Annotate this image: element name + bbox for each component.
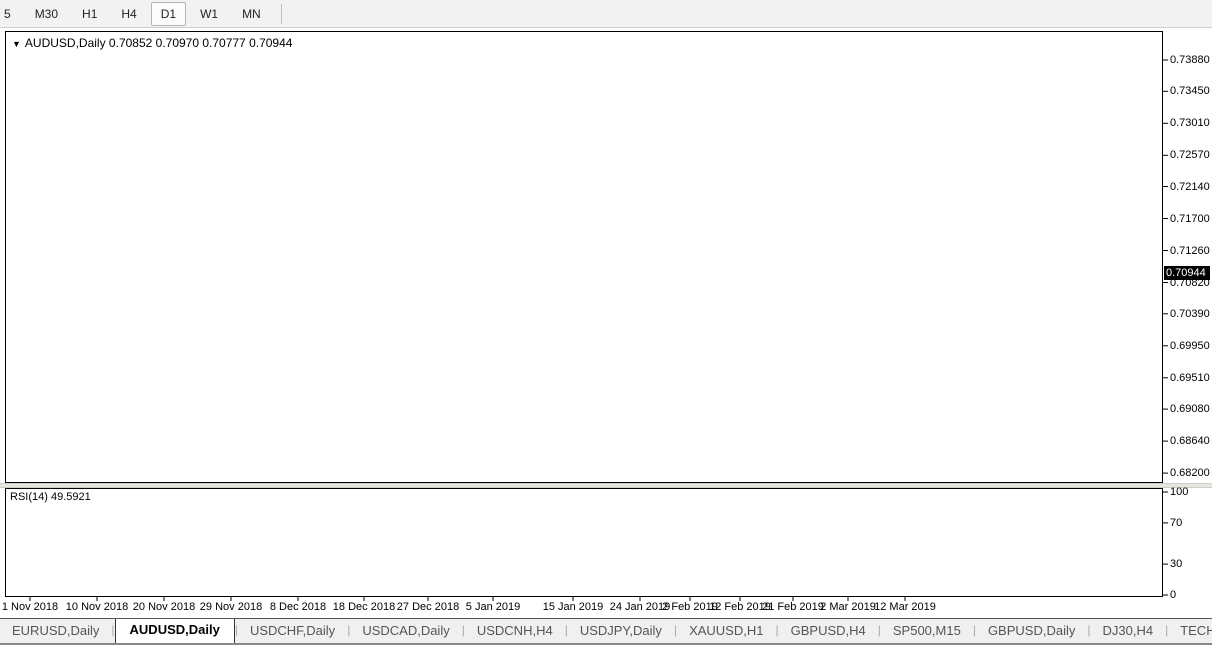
date-axis-label: 18 Dec 2018 xyxy=(333,601,395,613)
price-axis-label: 0.69950 xyxy=(1170,340,1210,352)
price-axis-label: 0.68200 xyxy=(1170,467,1210,479)
tab-gbpusd-daily[interactable]: GBPUSD,Daily xyxy=(976,619,1087,643)
timeframe-button-5[interactable]: 5 xyxy=(0,2,21,26)
date-axis-label: 2 Mar 2019 xyxy=(820,601,876,613)
date-axis-label: 12 Mar 2019 xyxy=(874,601,936,613)
panel-splitter[interactable] xyxy=(0,483,1212,488)
tab-dj30-h4[interactable]: DJ30,H4 xyxy=(1090,619,1165,643)
timeframe-toolbar: 5M30H1H4D1W1MN xyxy=(0,0,1212,28)
tab-eurusd-daily[interactable]: EURUSD,Daily xyxy=(0,619,111,643)
tab-sp500-m15[interactable]: SP500,M15 xyxy=(881,619,973,643)
date-axis-label: 5 Jan 2019 xyxy=(466,601,520,613)
price-axis-label: 0.73450 xyxy=(1170,85,1210,97)
chart-tab-bar: EURUSD,Daily|AUDUSD,Daily|USDCHF,Daily|U… xyxy=(0,618,1212,645)
price-axis-label: 0.69080 xyxy=(1170,403,1210,415)
price-axis-label: 0.72570 xyxy=(1170,149,1210,161)
date-axis-label: 15 Jan 2019 xyxy=(543,601,604,613)
price-axis-label: 0.71700 xyxy=(1170,213,1210,225)
timeframe-button-m30[interactable]: M30 xyxy=(25,2,68,26)
timeframe-button-d1[interactable]: D1 xyxy=(151,2,186,26)
date-axis-label: 21 Feb 2019 xyxy=(762,601,824,613)
date-axis-label: 20 Nov 2018 xyxy=(133,601,195,613)
timeframe-button-h4[interactable]: H4 xyxy=(111,2,146,26)
timeframe-button-w1[interactable]: W1 xyxy=(190,2,228,26)
tab-usdcnh-h4[interactable]: USDCNH,H4 xyxy=(465,619,565,643)
tab-xauusd-h1[interactable]: XAUUSD,H1 xyxy=(677,619,775,643)
current-price-tag: 0.70944 xyxy=(1164,266,1210,280)
date-axis-label: 27 Dec 2018 xyxy=(397,601,459,613)
tab-gbpusd-h4[interactable]: GBPUSD,H4 xyxy=(779,619,878,643)
date-axis-label: 10 Nov 2018 xyxy=(66,601,128,613)
chart-dropdown-icon[interactable]: ▼ xyxy=(12,39,21,49)
price-axis-label: 0.68640 xyxy=(1170,435,1210,447)
rsi-axis-label: 0 xyxy=(1170,589,1176,601)
tab-usdcad-daily[interactable]: USDCAD,Daily xyxy=(350,619,461,643)
tab-usdchf-daily[interactable]: USDCHF,Daily xyxy=(238,619,347,643)
chart-title: ▼ AUDUSD,Daily 0.70852 0.70970 0.70777 0.… xyxy=(12,36,292,50)
date-axis-label: 8 Dec 2018 xyxy=(270,601,326,613)
price-axis-label: 0.71260 xyxy=(1170,245,1210,257)
chart-title-text: AUDUSD,Daily 0.70852 0.70970 0.70777 0.7… xyxy=(25,36,293,50)
rsi-axis-label: 70 xyxy=(1170,517,1182,529)
main-chart-area[interactable] xyxy=(5,31,1163,483)
toolbar-separator xyxy=(281,4,282,24)
date-axis-label: 29 Nov 2018 xyxy=(200,601,262,613)
price-axis-label: 0.69510 xyxy=(1170,372,1210,384)
rsi-indicator-label: RSI(14) 49.5921 xyxy=(10,491,91,503)
date-axis-label: 1 Nov 2018 xyxy=(2,601,58,613)
timeframe-button-h1[interactable]: H1 xyxy=(72,2,107,26)
tab-usdjpy-daily[interactable]: USDJPY,Daily xyxy=(568,619,674,643)
rsi-axis-label: 30 xyxy=(1170,558,1182,570)
tab-audusd-daily[interactable]: AUDUSD,Daily xyxy=(115,618,235,643)
timeframe-button-mn[interactable]: MN xyxy=(232,2,271,26)
tab-tech100-h1[interactable]: TECH100,H1 xyxy=(1168,619,1212,643)
price-axis-label: 0.70390 xyxy=(1170,308,1210,320)
rsi-axis-label: 100 xyxy=(1170,486,1188,498)
rsi-panel-area[interactable] xyxy=(5,488,1163,597)
price-axis-label: 0.73010 xyxy=(1170,117,1210,129)
price-axis-label: 0.73880 xyxy=(1170,54,1210,66)
price-axis-label: 0.72140 xyxy=(1170,181,1210,193)
mt4-window: 5M30H1H4D1W1MN ▼ AUDUSD,Daily 0.70852 0.7… xyxy=(0,0,1212,645)
